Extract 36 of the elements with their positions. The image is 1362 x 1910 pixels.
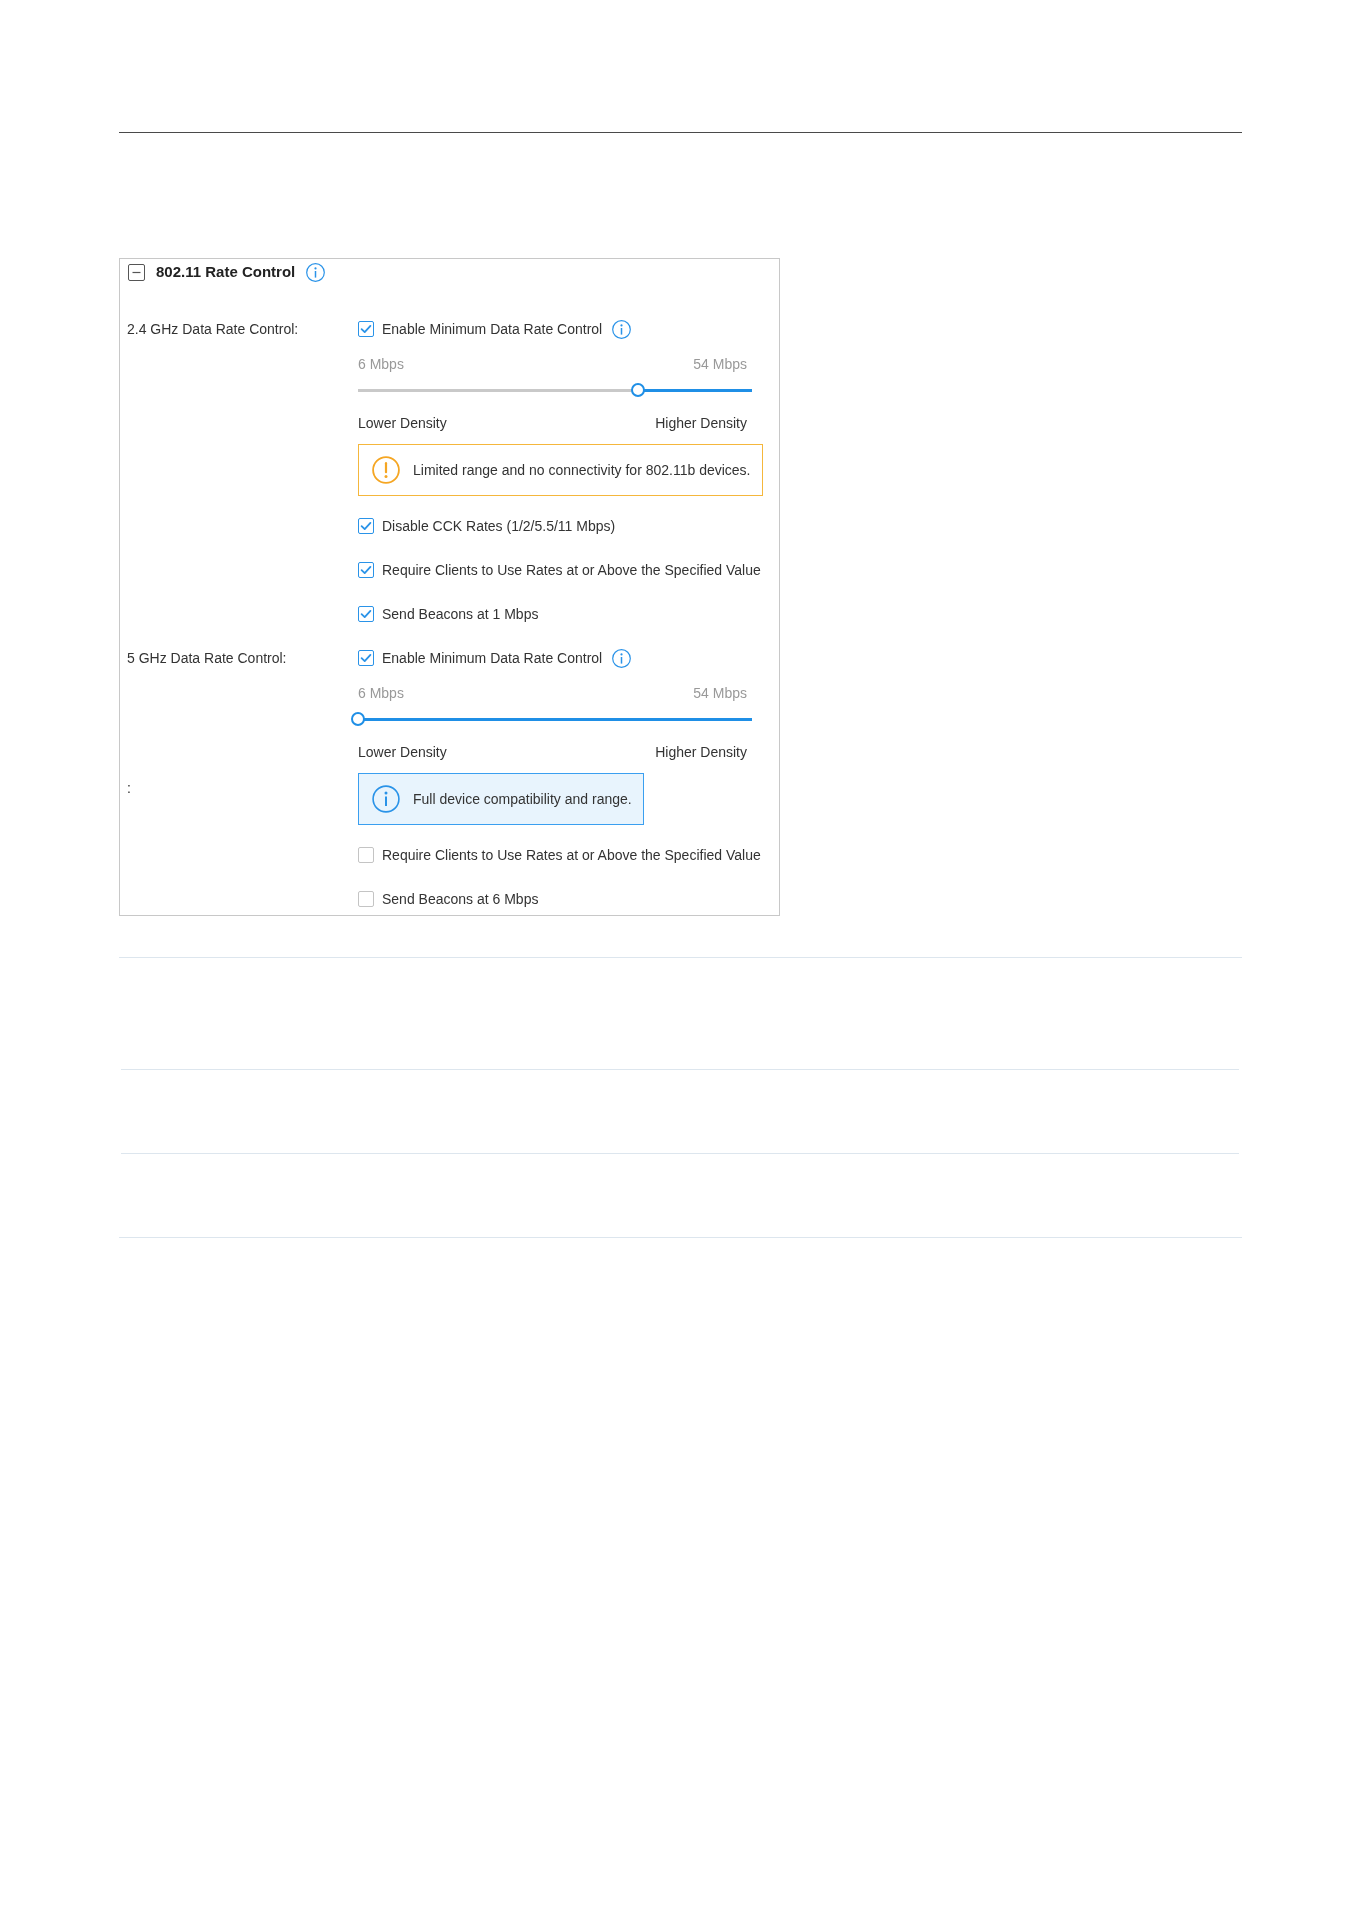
panel-title: 802.11 Rate Control (156, 262, 296, 282)
info-icon[interactable] (306, 262, 326, 282)
checkbox[interactable] (358, 562, 374, 578)
high-density-label: Higher Density (655, 414, 747, 433)
info-icon (372, 785, 400, 813)
field-label: 2.4 GHz Data Rate Control: (127, 321, 299, 337)
checkbox[interactable] (358, 847, 374, 863)
checkbox[interactable] (358, 650, 374, 666)
option-label: Send Beacons at 1 Mbps (382, 605, 539, 624)
max-rate-label: 54 Mbps (693, 355, 747, 374)
info-icon[interactable] (612, 319, 632, 339)
checkbox[interactable] (358, 518, 374, 534)
field-label: : (127, 780, 131, 796)
checkbox[interactable] (358, 321, 374, 337)
option-label: Require Clients to Use Rates at or Above the Specified Value (382, 561, 761, 580)
low-density-label: Lower Density (358, 414, 447, 433)
notice-text: Full device compatibility and range. (413, 790, 632, 809)
checkbox[interactable] (358, 891, 374, 907)
high-density-label: Higher Density (655, 743, 747, 762)
checkbox[interactable] (358, 606, 374, 622)
option-label: Enable Minimum Data Rate Control (382, 649, 603, 668)
min-rate-label: 6 Mbps (358, 355, 404, 374)
max-rate-label: 54 Mbps (693, 684, 747, 703)
option-label: Enable Minimum Data Rate Control (382, 320, 603, 339)
info-icon[interactable] (612, 648, 632, 668)
notice-text: Limited range and no connectivity for 802.11b devices. (413, 461, 751, 480)
field-label: 5 GHz Data Rate Control: (127, 650, 287, 666)
warning-icon (372, 456, 400, 484)
option-label: Disable CCK Rates (1/2/5.5/11 Mbps) (382, 517, 616, 536)
collapse-icon[interactable] (128, 263, 145, 281)
option-label: Send Beacons at 6 Mbps (382, 890, 539, 909)
slider-thumb[interactable] (630, 383, 645, 397)
option-label: Require Clients to Use Rates at or Above the Specified Value (382, 846, 761, 865)
min-rate-label: 6 Mbps (358, 684, 404, 703)
slider-thumb[interactable] (351, 712, 365, 726)
low-density-label: Lower Density (358, 743, 447, 762)
